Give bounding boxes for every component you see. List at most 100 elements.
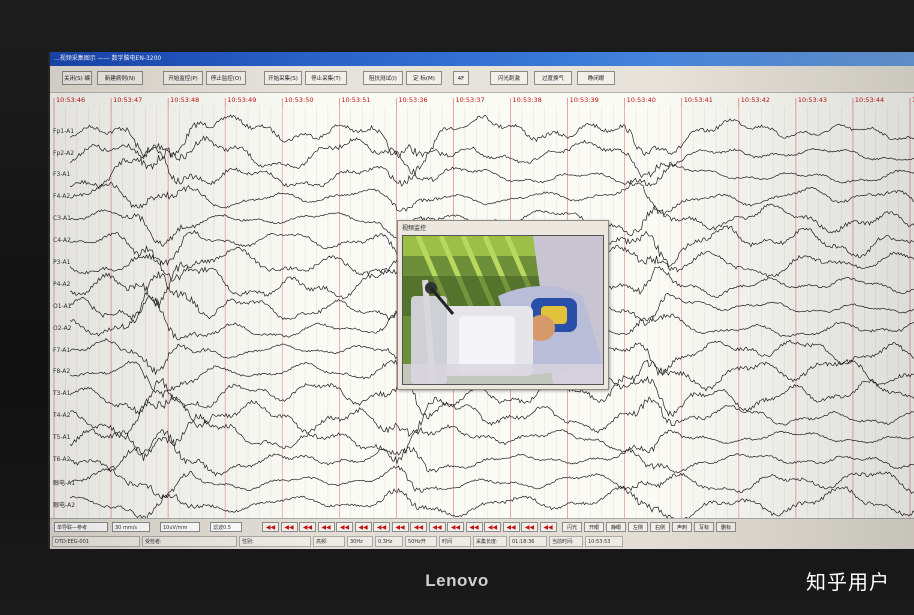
main-toolbar: 关闭(S) 编新建病例(N) 开始监控(P) 停止监控(O) 开始采集(S) 停止采集(… (50, 66, 914, 93)
channel-label: T5-A1 (53, 434, 71, 442)
status-field: 高频: (313, 536, 345, 547)
timestamp-label: 10:53:38 (513, 96, 542, 104)
status-field: 受检者: (142, 536, 237, 547)
mode-button[interactable]: 声刺 (672, 522, 692, 532)
eeg-trace (69, 135, 914, 179)
mode-button[interactable]: 开眼 (584, 522, 604, 532)
timestamp-label: 10:53:39 (570, 96, 599, 104)
eeg-application-window: ...视频采集图示 —— 数字脑电EN-3200 关闭(S) 编新建病例(N) 开… (48, 52, 914, 549)
page-nav-button[interactable]: ◀◀ (465, 522, 483, 532)
page-nav-button[interactable]: ◀◀ (354, 522, 372, 532)
eeg-trace (69, 485, 914, 524)
mode-button[interactable]: 删标 (716, 522, 736, 532)
double-arrow-icon: ◀◀ (413, 524, 424, 531)
status-field: 采集长度: (473, 536, 507, 547)
hyperventilation-button[interactable]: 过度换气 (534, 71, 572, 85)
channel-label: F3-A1 (53, 171, 71, 179)
status-field: 时间 (439, 536, 471, 547)
channel-label: Fp1-A1 (53, 127, 75, 135)
page-nav-button[interactable]: ◀◀ (447, 522, 464, 532)
timestamp-label: 10:53:48 (170, 96, 199, 104)
montage-button[interactable]: 4F (453, 71, 469, 85)
speed-select[interactable]: 30 mm/s (112, 522, 150, 532)
timestamp-label: 10:53:37 (455, 96, 484, 104)
page-nav-button[interactable]: ◀◀ (428, 522, 446, 532)
timestamp-label: 10:53:49 (227, 96, 256, 104)
channel-label: P3-A1 (53, 258, 71, 266)
mode-button[interactable]: 写标 (694, 522, 714, 532)
timestamp-label: 10:53:50 (284, 96, 313, 104)
patient-video-feed (402, 235, 604, 385)
page-nav-button[interactable]: ◀◀ (521, 522, 538, 532)
start-record-button[interactable]: 开始采集(S) (264, 71, 302, 85)
status-field: DTD:EEG-001 (52, 536, 140, 547)
timestamp-label: 10:53:43 (798, 96, 827, 104)
timestamp-label: 10:53:41 (684, 96, 713, 104)
zhihu-watermark: 知乎用户 (806, 570, 890, 594)
page-nav-button[interactable]: ◀◀ (317, 522, 335, 532)
eye-open-close-button[interactable]: 睁闭眼 (577, 71, 615, 85)
shutdown-button[interactable]: 关闭(S) 编 (62, 71, 92, 85)
photic-button[interactable]: 闪光刺激 (490, 71, 528, 85)
mark-button[interactable]: 定 标(M) (406, 71, 442, 85)
start-monitor-button[interactable]: 开始监控(P) (163, 71, 203, 85)
mode-button[interactable]: 左侧 (628, 522, 648, 532)
double-arrow-icon: ◀◀ (321, 524, 331, 531)
timestamp-label: 10:53:51 (341, 96, 370, 104)
timestamp-label: 10:53:42 (741, 96, 770, 104)
page-nav-button[interactable]: ◀◀ (262, 522, 279, 532)
double-arrow-icon: ◀◀ (524, 524, 535, 531)
double-arrow-icon: ◀◀ (487, 524, 498, 531)
stop-record-button[interactable]: 停止采集(T) (305, 71, 347, 85)
double-arrow-icon: ◀◀ (284, 524, 294, 531)
mode-button[interactable]: 右侧 (650, 522, 670, 532)
double-arrow-icon: ◀◀ (506, 524, 516, 531)
page-nav-button[interactable]: ◀◀ (299, 522, 316, 532)
montage-select[interactable]: 单导联—参考 (54, 522, 108, 532)
status-field: 0.3Hz (375, 536, 403, 547)
double-arrow-icon: ◀◀ (376, 524, 387, 531)
impedance-button[interactable]: 阻抗测试(I) (363, 71, 403, 85)
page-nav-button[interactable]: ◀◀ (280, 522, 298, 532)
channel-label: O1-A1 (53, 302, 72, 310)
channel-label: T6-A2 (53, 455, 71, 463)
mode-button[interactable]: 闪光 (562, 522, 582, 532)
eeg-trace (69, 181, 914, 216)
bottom-control-bar: 单导联—参考 30 mm/s 10uV/mm 滤波0.5 ◀◀ ◀◀ ◀◀ ◀◀ ◀◀ ◀… (50, 518, 914, 549)
video-window-title: 视频监控 (402, 225, 427, 232)
eeg-trace (69, 144, 914, 189)
double-arrow-icon: ◀◀ (469, 524, 479, 531)
channel-label: O2-A2 (53, 324, 72, 332)
channel-label: T3-A1 (53, 390, 71, 398)
double-arrow-icon: ◀◀ (339, 524, 350, 531)
new-record-button[interactable]: 新建病例(N) (97, 71, 143, 85)
status-field: 10:53:53 (585, 536, 623, 547)
double-arrow-icon: ◀◀ (265, 524, 276, 531)
page-nav-button[interactable]: ◀◀ (373, 522, 390, 532)
double-arrow-icon: ◀◀ (302, 524, 313, 531)
page-nav-button[interactable]: ◀◀ (539, 522, 557, 532)
double-arrow-icon: ◀◀ (358, 524, 368, 531)
timestamp-label: 10:53:47 (113, 96, 142, 104)
page-nav-button[interactable]: ◀◀ (484, 522, 501, 532)
mode-button[interactable]: 静眼 (606, 522, 626, 532)
page-nav-button[interactable]: ◀◀ (391, 522, 409, 532)
stop-monitor-button[interactable]: 停止监控(O) (206, 71, 246, 85)
status-field: 50Hz开 (405, 536, 437, 547)
timestamp-label: 10:53:44 (855, 96, 884, 104)
channel-label: 眼电-A1 (53, 479, 76, 487)
filter-select[interactable]: 滤波0.5 (210, 522, 242, 532)
window-titlebar: ...视频采集图示 —— 数字脑电EN-3200 (50, 52, 914, 66)
eeg-trace (69, 429, 914, 477)
page-nav-button[interactable]: ◀◀ (336, 522, 353, 532)
lenovo-logo: Lenovo (425, 571, 489, 590)
channel-label: T4-A2 (53, 412, 71, 420)
page-nav-button[interactable]: ◀◀ (502, 522, 520, 532)
eeg-trace (69, 413, 914, 465)
channel-label: Fp2-A2 (53, 149, 75, 157)
sensitivity-select[interactable]: 10uV/mm (160, 522, 200, 532)
page-nav-button[interactable]: ◀◀ (410, 522, 427, 532)
channel-label: F4-A2 (53, 193, 71, 201)
double-arrow-icon: ◀◀ (395, 524, 405, 531)
video-monitor-window[interactable]: 视频监控 (397, 220, 609, 390)
